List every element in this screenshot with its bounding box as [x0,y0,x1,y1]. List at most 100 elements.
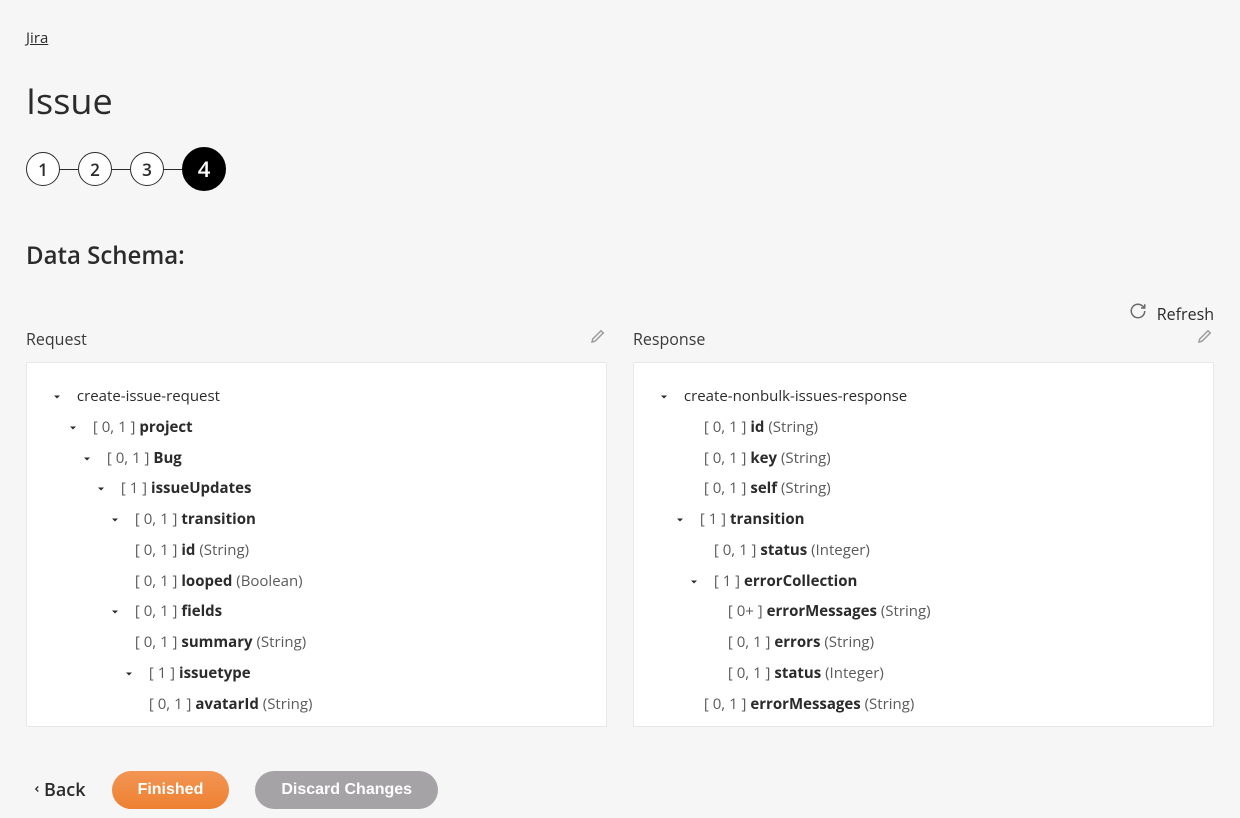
chevron-left-icon [32,778,42,802]
tree-node[interactable]: [ 0, 1 ] Bug [49,443,584,474]
back-button[interactable]: Back [32,778,86,802]
tree-leaf[interactable]: [ 0, 1 ] summary (String) [49,627,584,658]
node-card: [ 0, 1 ] [704,724,747,727]
chevron-down-icon[interactable] [656,389,672,405]
node-card: [ 0, 1 ] [714,540,757,560]
node-card: [ 0, 1 ] [135,509,178,529]
node-type: (String) [824,632,874,652]
response-panel: create-nonbulk-issues-response [ 0, 1 ] … [633,362,1214,727]
node-card: [ 0, 1 ] [135,632,178,652]
tree-leaf[interactable]: [ 0, 1 ] avatarId (String) [49,689,584,720]
node-card: [ 0, 1 ] [135,571,178,591]
node-type: (String) [781,478,831,498]
node-card: [ 0, 1 ] [135,601,178,621]
node-name: status [760,540,807,560]
edit-request-button[interactable] [589,327,607,350]
node-card: [ 0, 1 ] [149,694,192,714]
tree-node[interactable]: create-issue-request [49,381,584,412]
node-card: [ 0, 1 ] [728,632,771,652]
tree-node[interactable]: create-nonbulk-issues-response [656,381,1191,412]
node-card: [ 0, 1 ] [107,448,150,468]
node-name: project [139,417,192,437]
refresh-button[interactable]: Refresh [1129,302,1214,325]
node-type: (String) [800,724,850,727]
node-name: create-nonbulk-issues-response [684,386,907,406]
node-type: (Boolean) [236,571,302,591]
response-label: Response [633,328,705,350]
node-type: (String) [781,448,831,468]
node-type: (String) [881,601,931,621]
node-name: transition [730,509,805,529]
tree-node[interactable]: [ 0, 1 ] project [49,412,584,443]
node-name: avatarId [195,694,259,714]
step-1[interactable]: 1 [26,152,60,186]
tree-leaf[interactable]: [ 0, 1 ] status (Integer) [656,535,1191,566]
response-column: Response create-nonbulk-issues-response … [633,327,1214,727]
refresh-icon [1129,302,1147,325]
step-line [60,169,78,170]
chevron-down-icon[interactable] [49,389,65,405]
chevron-down-icon[interactable] [79,451,95,467]
node-card: [ 1 ] [121,478,147,498]
node-card: [ 0, 1 ] [704,448,747,468]
tree-leaf[interactable]: [ 0, 1 ] id (String) [656,412,1191,443]
tree-node[interactable]: [ 0, 1 ] transition [49,504,584,535]
breadcrumb-jira[interactable]: Jira [26,28,48,48]
node-name: errorCollection [744,571,857,591]
refresh-label: Refresh [1157,303,1214,325]
tree-leaf[interactable]: [ 0, 1 ] status (Integer) [656,658,1191,689]
node-card: [ 1 ] [149,663,175,683]
tree-node[interactable]: [ 1 ] issueUpdates [49,473,584,504]
node-card: [ 0+ ] [728,601,763,621]
tree-leaf[interactable]: [ 0, 1 ] key (String) [656,443,1191,474]
chevron-down-icon[interactable] [107,604,123,620]
chevron-down-icon[interactable] [107,512,123,528]
step-3[interactable]: 3 [130,152,164,186]
tree-leaf[interactable]: [ 0, 1 ] errorMessages (String) [656,689,1191,720]
tree-leaf[interactable]: [ 0, 1 ] errors (String) [656,627,1191,658]
tree-node[interactable]: [ 0, 1 ] fields [49,596,584,627]
step-4[interactable]: 4 [182,147,226,191]
node-name: key [750,448,777,468]
tree-node[interactable]: [ 1 ] issuetype [49,658,584,689]
chevron-down-icon[interactable] [686,574,702,590]
node-name: errors [774,632,820,652]
finished-button[interactable]: Finished [112,771,230,809]
discard-changes-button[interactable]: Discard Changes [255,771,438,809]
edit-response-button[interactable] [1196,327,1214,350]
node-name: errorMessages [750,694,860,714]
node-name: errors [750,724,796,727]
node-name: id [750,417,764,437]
node-type: (String) [199,540,249,560]
tree-leaf[interactable]: [ 0+ ] errorMessages (String) [656,596,1191,627]
section-title: Data Schema: [26,239,1214,272]
request-tree: create-issue-request [ 0, 1 ] project [ … [49,381,584,719]
page-title: Issue [26,76,1214,125]
node-type: (Integer) [811,540,870,560]
node-name: issuetype [179,663,251,683]
node-type: (String) [263,694,313,714]
tree-leaf[interactable]: [ 0, 1 ] looped (Boolean) [49,566,584,597]
chevron-down-icon[interactable] [672,512,688,528]
tree-node[interactable]: [ 1 ] transition [656,504,1191,535]
node-card: [ 0, 1 ] [135,540,178,560]
stepper: 1 2 3 4 [26,147,1214,191]
node-card: [ 0, 1 ] [704,694,747,714]
tree-leaf[interactable]: [ 0, 1 ] errors (String) [656,719,1191,727]
back-label: Back [44,778,86,802]
chevron-down-icon[interactable] [65,420,81,436]
node-card: [ 0, 1 ] [704,478,747,498]
chevron-down-icon[interactable] [121,666,137,682]
node-name: self [750,478,777,498]
node-type: (String) [256,632,306,652]
step-2[interactable]: 2 [78,152,112,186]
tree-leaf[interactable]: [ 0, 1 ] self (String) [656,473,1191,504]
tree-node[interactable]: [ 1 ] errorCollection [656,566,1191,597]
tree-leaf[interactable]: [ 0, 1 ] id (String) [49,535,584,566]
node-name: Bug [153,448,181,468]
chevron-down-icon[interactable] [93,481,109,497]
node-name: create-issue-request [77,386,220,406]
node-card: [ 0, 1 ] [93,417,136,437]
request-column: Request create-issue-request [ 0, 1 ] pr… [26,327,607,727]
node-type: (Integer) [825,663,884,683]
